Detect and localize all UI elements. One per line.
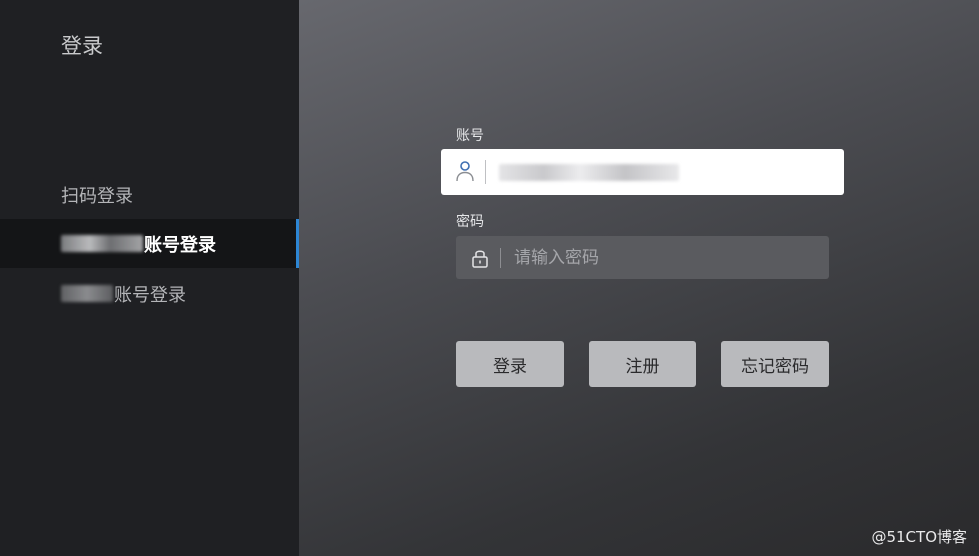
password-input[interactable]	[514, 247, 804, 268]
login-form-panel: 账号 密码 登录 注册 忘记密码	[299, 0, 979, 556]
register-button[interactable]: 注册	[589, 341, 696, 387]
sidebar-item-label: 账号登录	[114, 284, 186, 306]
sidebar-item-account-login-1[interactable]: 账号登录	[0, 219, 299, 268]
field-separator	[500, 247, 501, 268]
redacted-text	[61, 285, 113, 302]
forgot-password-button[interactable]: 忘记密码	[721, 341, 829, 387]
lock-icon	[470, 246, 490, 270]
field-separator	[485, 160, 486, 184]
password-label: 密码	[456, 214, 484, 230]
account-value-redacted	[499, 163, 679, 181]
login-screen: 登录 扫码登录 账号登录 账号登录 账号 密码 登录 注册 忘记密码 @51CT…	[0, 0, 979, 556]
account-field[interactable]	[441, 149, 844, 195]
user-icon	[455, 160, 475, 184]
sidebar-title: 登录	[61, 34, 103, 58]
sidebar-item-label: 扫码登录	[61, 185, 133, 207]
login-button[interactable]: 登录	[456, 341, 564, 387]
sidebar-item-account-login-2[interactable]: 账号登录	[0, 269, 299, 318]
sidebar-item-qrcode-login[interactable]: 扫码登录	[0, 170, 299, 219]
redacted-text	[61, 235, 143, 252]
watermark: @51CTO博客	[871, 528, 967, 546]
sidebar-item-label: 账号登录	[144, 234, 216, 256]
sidebar: 登录 扫码登录 账号登录 账号登录	[0, 0, 299, 556]
account-label: 账号	[456, 128, 484, 144]
password-field[interactable]	[456, 236, 829, 279]
